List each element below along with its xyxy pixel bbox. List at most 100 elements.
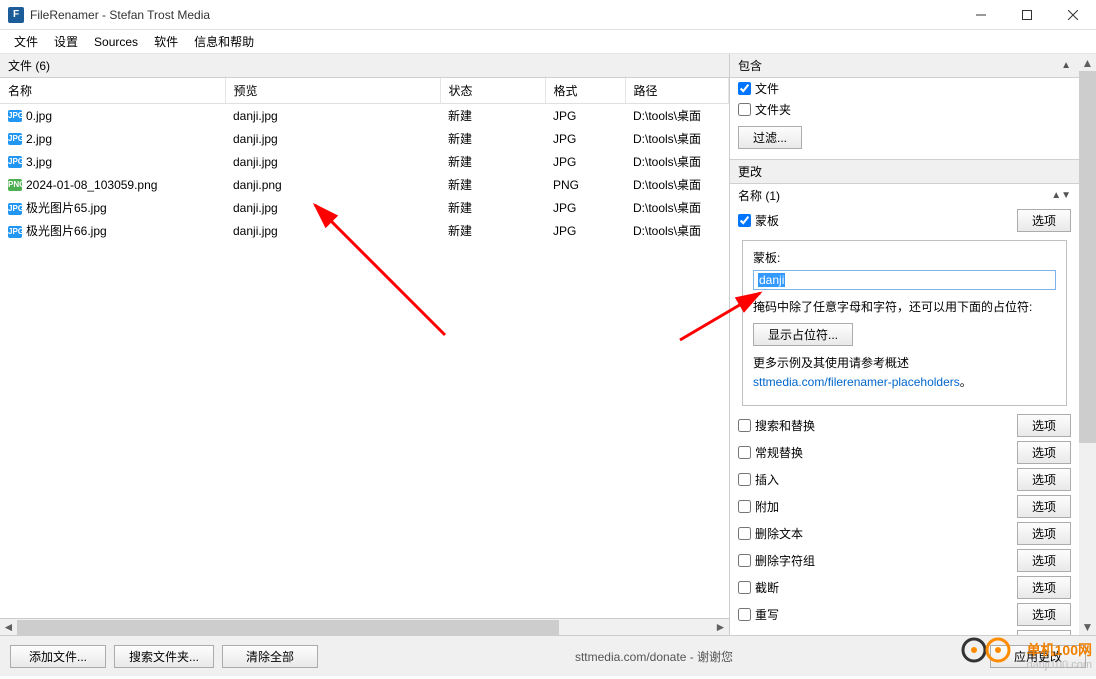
cell-preview: danji.jpg <box>225 127 440 150</box>
mask-label: 蒙板 <box>755 212 779 229</box>
search-folder-button[interactable]: 搜索文件夹... <box>114 645 214 668</box>
close-button[interactable] <box>1050 0 1096 30</box>
v-scroll-track[interactable] <box>1079 71 1096 618</box>
footer: 添加文件... 搜索文件夹... 清除全部 sttmedia.com/donat… <box>0 635 1096 676</box>
h-scroll-thumb[interactable] <box>17 620 559 635</box>
col-format[interactable]: 格式 <box>545 78 625 104</box>
op-checkbox[interactable] <box>738 608 751 621</box>
op-options-button[interactable]: 选项 <box>1017 630 1071 635</box>
change-header-label: 更改 <box>738 163 762 180</box>
op-options-button[interactable]: 选项 <box>1017 576 1071 599</box>
add-files-button[interactable]: 添加文件... <box>10 645 106 668</box>
include-header[interactable]: 包含 ▲ <box>730 54 1079 78</box>
op-options-button[interactable]: 选项 <box>1017 414 1071 437</box>
cell-status: 新建 <box>440 127 545 150</box>
window-title: FileRenamer - Stefan Trost Media <box>30 8 958 22</box>
cell-preview: danji.jpg <box>225 150 440 173</box>
col-path[interactable]: 路径 <box>625 78 729 104</box>
mask-title-label: 蒙板: <box>753 249 1056 266</box>
scroll-left-icon[interactable]: ◄ <box>0 619 17 636</box>
op-checkbox[interactable] <box>738 581 751 594</box>
table-row[interactable]: JPG0.jpgdanji.jpg新建JPGD:\tools\桌面 <box>0 104 729 128</box>
chevron-up-icon: ▲ <box>1061 60 1071 71</box>
operation-row: 搜索和替换选项 <box>730 412 1079 439</box>
include-header-label: 包含 <box>738 57 762 74</box>
file-list-header: 文件 (6) <box>0 54 729 78</box>
include-files-label: 文件 <box>755 80 779 97</box>
cell-preview: danji.jpg <box>225 196 440 219</box>
cell-status: 新建 <box>440 196 545 219</box>
close-icon <box>1068 10 1078 20</box>
placeholders-link[interactable]: sttmedia.com/filerenamer-placeholders <box>753 375 960 389</box>
titlebar: F FileRenamer - Stefan Trost Media <box>0 0 1096 30</box>
menu-software[interactable]: 软件 <box>146 30 186 53</box>
col-preview[interactable]: 预览 <box>225 78 440 104</box>
op-checkbox[interactable] <box>738 473 751 486</box>
op-options-button[interactable]: 选项 <box>1017 495 1071 518</box>
op-options-button[interactable]: 选项 <box>1017 603 1071 626</box>
table-row[interactable]: JPG极光图片65.jpgdanji.jpg新建JPGD:\tools\桌面 <box>0 196 729 219</box>
file-table-wrap[interactable]: 名称 预览 状态 格式 路径 JPG0.jpgdanji.jpg新建JPGD:\… <box>0 78 729 618</box>
menu-settings[interactable]: 设置 <box>46 30 86 53</box>
include-files-checkbox[interactable] <box>738 82 751 95</box>
name-header[interactable]: 名称 (1) ▲▼ <box>730 184 1079 207</box>
cell-status: 新建 <box>440 150 545 173</box>
op-options-button[interactable]: 选项 <box>1017 468 1071 491</box>
menu-help[interactable]: 信息和帮助 <box>186 30 262 53</box>
settings-scroll[interactable]: 包含 ▲ 文件 文件夹 过滤... 更改 名称 (1) ▲▼ <box>730 54 1096 635</box>
operation-row: 删除文本 选项 <box>730 520 1079 547</box>
menu-sources[interactable]: Sources <box>86 32 146 52</box>
op-options-button[interactable]: 选项 <box>1017 522 1071 545</box>
apply-button[interactable]: 应用更改 <box>990 645 1086 668</box>
mask-options-button[interactable]: 选项 <box>1017 209 1071 232</box>
maximize-icon <box>1022 10 1032 20</box>
mask-desc1: 掩码中除了任意字母和字符，还可以用下面的占位符: <box>753 298 1056 317</box>
clear-all-button[interactable]: 清除全部 <box>222 645 318 668</box>
mask-checkbox[interactable] <box>738 214 751 227</box>
v-scrollbar[interactable]: ▲ ▼ <box>1079 54 1096 635</box>
op-checkbox[interactable] <box>738 419 751 432</box>
op-checkbox[interactable] <box>738 554 751 567</box>
op-label: 删除文本 <box>755 525 803 542</box>
minimize-icon <box>976 10 986 20</box>
table-row[interactable]: PNG2024-01-08_103059.pngdanji.png新建PNGD:… <box>0 173 729 196</box>
show-placeholders-button[interactable]: 显示占位符... <box>753 323 853 346</box>
operation-row: 截断 选项 <box>730 574 1079 601</box>
donate-link[interactable]: sttmedia.com/donate - 谢谢您 <box>326 648 982 665</box>
include-folders-label: 文件夹 <box>755 101 791 118</box>
minimize-button[interactable] <box>958 0 1004 30</box>
maximize-button[interactable] <box>1004 0 1050 30</box>
cell-path: D:\tools\桌面 <box>625 219 729 242</box>
table-row[interactable]: JPG极光图片66.jpgdanji.jpg新建JPGD:\tools\桌面 <box>0 219 729 242</box>
scroll-up-icon[interactable]: ▲ <box>1079 54 1096 71</box>
table-row[interactable]: JPG3.jpgdanji.jpg新建JPGD:\tools\桌面 <box>0 150 729 173</box>
op-options-button[interactable]: 选项 <box>1017 549 1071 572</box>
filter-button[interactable]: 过滤... <box>738 126 802 149</box>
scroll-right-icon[interactable]: ► <box>712 619 729 636</box>
table-row[interactable]: JPG2.jpgdanji.jpg新建JPGD:\tools\桌面 <box>0 127 729 150</box>
v-scroll-thumb[interactable] <box>1079 71 1096 443</box>
op-options-button[interactable]: 选项 <box>1017 441 1071 464</box>
col-name[interactable]: 名称 <box>0 78 225 104</box>
mask-input[interactable]: danji <box>753 270 1056 290</box>
col-status[interactable]: 状态 <box>440 78 545 104</box>
op-checkbox[interactable] <box>738 527 751 540</box>
h-scroll-track[interactable] <box>17 620 712 635</box>
mask-desc2: 更多示例及其使用请参考概述 <box>753 354 1056 373</box>
op-label: 截断 <box>755 579 779 596</box>
link-tail: 。 <box>960 375 972 389</box>
op-label: 删除字符组 <box>755 552 815 569</box>
include-folders-row: 文件夹 <box>730 99 1079 120</box>
change-header[interactable]: 更改 <box>730 159 1079 184</box>
scroll-down-icon[interactable]: ▼ <box>1079 618 1096 635</box>
menu-file[interactable]: 文件 <box>6 30 46 53</box>
cell-format: JPG <box>545 219 625 242</box>
op-checkbox[interactable] <box>738 500 751 513</box>
table-header-row: 名称 预览 状态 格式 路径 <box>0 78 729 104</box>
include-folders-checkbox[interactable] <box>738 103 751 116</box>
h-scrollbar[interactable]: ◄ ► <box>0 618 729 635</box>
include-files-row: 文件 <box>730 78 1079 99</box>
mask-panel: 蒙板: danji 掩码中除了任意字母和字符，还可以用下面的占位符: 显示占位符… <box>742 240 1067 406</box>
op-checkbox[interactable] <box>738 446 751 459</box>
mask-input-value: danji <box>758 273 785 287</box>
